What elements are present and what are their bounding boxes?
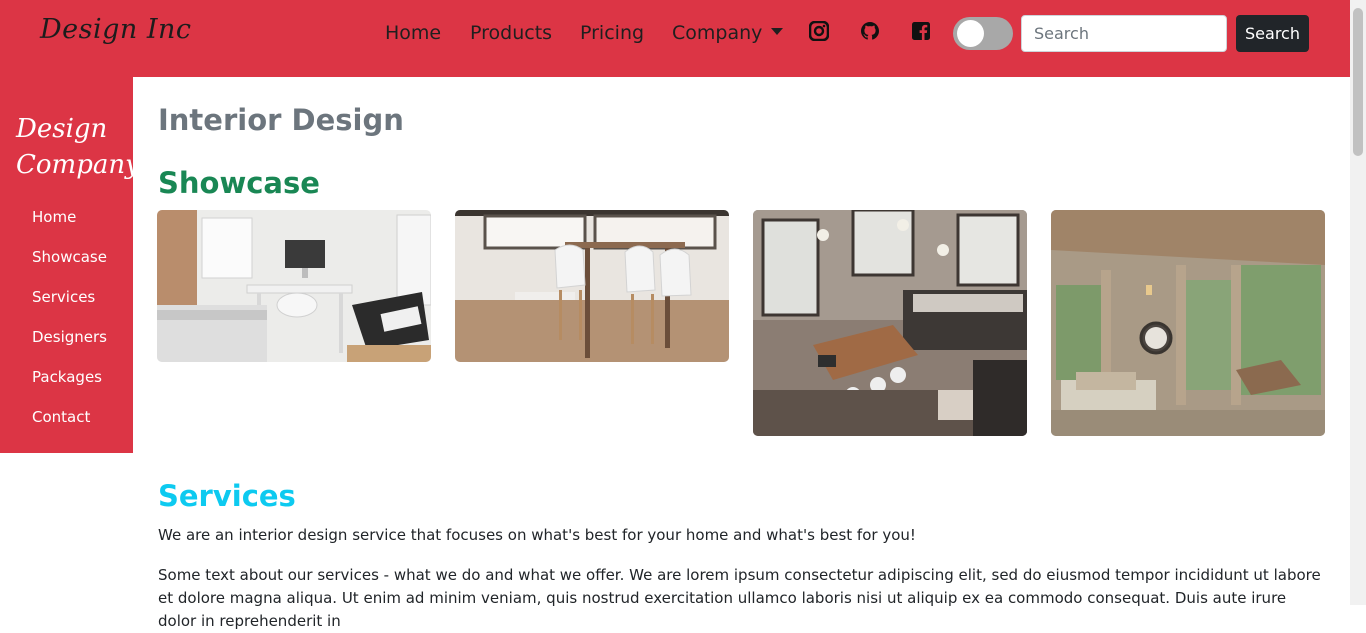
sidebar-brand-line2: Company: [16, 150, 140, 180]
nav-link-company-label: Company: [672, 22, 763, 44]
sidebar-item-services[interactable]: Services: [32, 288, 95, 306]
scrollbar-thumb[interactable]: [1353, 8, 1363, 156]
sidebar: Design Company Home Showcase Services De…: [0, 77, 140, 453]
page-scrollbar[interactable]: [1350, 0, 1366, 605]
nav-link-home[interactable]: Home: [385, 22, 441, 44]
bedroom-photo: [157, 210, 431, 362]
nav-link-products[interactable]: Products: [470, 22, 552, 44]
sunroom-photo: [1051, 210, 1325, 436]
dining-room-photo: [455, 210, 729, 362]
top-navbar: Design Inc Home Products Pricing Company…: [0, 0, 1350, 77]
sidebar-item-packages[interactable]: Packages: [32, 368, 102, 386]
navbar-brand[interactable]: Design Inc: [40, 14, 192, 45]
services-body: Some text about our services - what we d…: [158, 566, 1321, 630]
services-heading: Services: [158, 479, 296, 513]
showcase-heading: Showcase: [158, 166, 320, 200]
loft-kitchen-photo: [753, 210, 1027, 436]
page-title: Interior Design: [158, 103, 404, 137]
nav-dropdown-company[interactable]: Company: [672, 22, 784, 44]
sidebar-item-showcase[interactable]: Showcase: [32, 248, 107, 266]
theme-toggle[interactable]: [953, 17, 1013, 50]
search-input[interactable]: [1021, 15, 1227, 52]
facebook-icon[interactable]: [911, 21, 931, 41]
toggle-knob: [957, 20, 984, 47]
services-intro: We are an interior design service that f…: [158, 526, 916, 544]
caret-down-icon: [771, 28, 784, 35]
sidebar-item-designers[interactable]: Designers: [32, 328, 107, 346]
sidebar-item-contact[interactable]: Contact: [32, 408, 90, 426]
sidebar-brand: Design Company: [16, 111, 140, 183]
nav-link-pricing[interactable]: Pricing: [580, 22, 644, 44]
instagram-icon[interactable]: [808, 20, 830, 42]
sidebar-brand-line1: Design: [16, 114, 108, 144]
github-icon[interactable]: [860, 21, 880, 41]
search-button[interactable]: Search: [1236, 15, 1309, 52]
sidebar-item-home[interactable]: Home: [32, 208, 76, 226]
